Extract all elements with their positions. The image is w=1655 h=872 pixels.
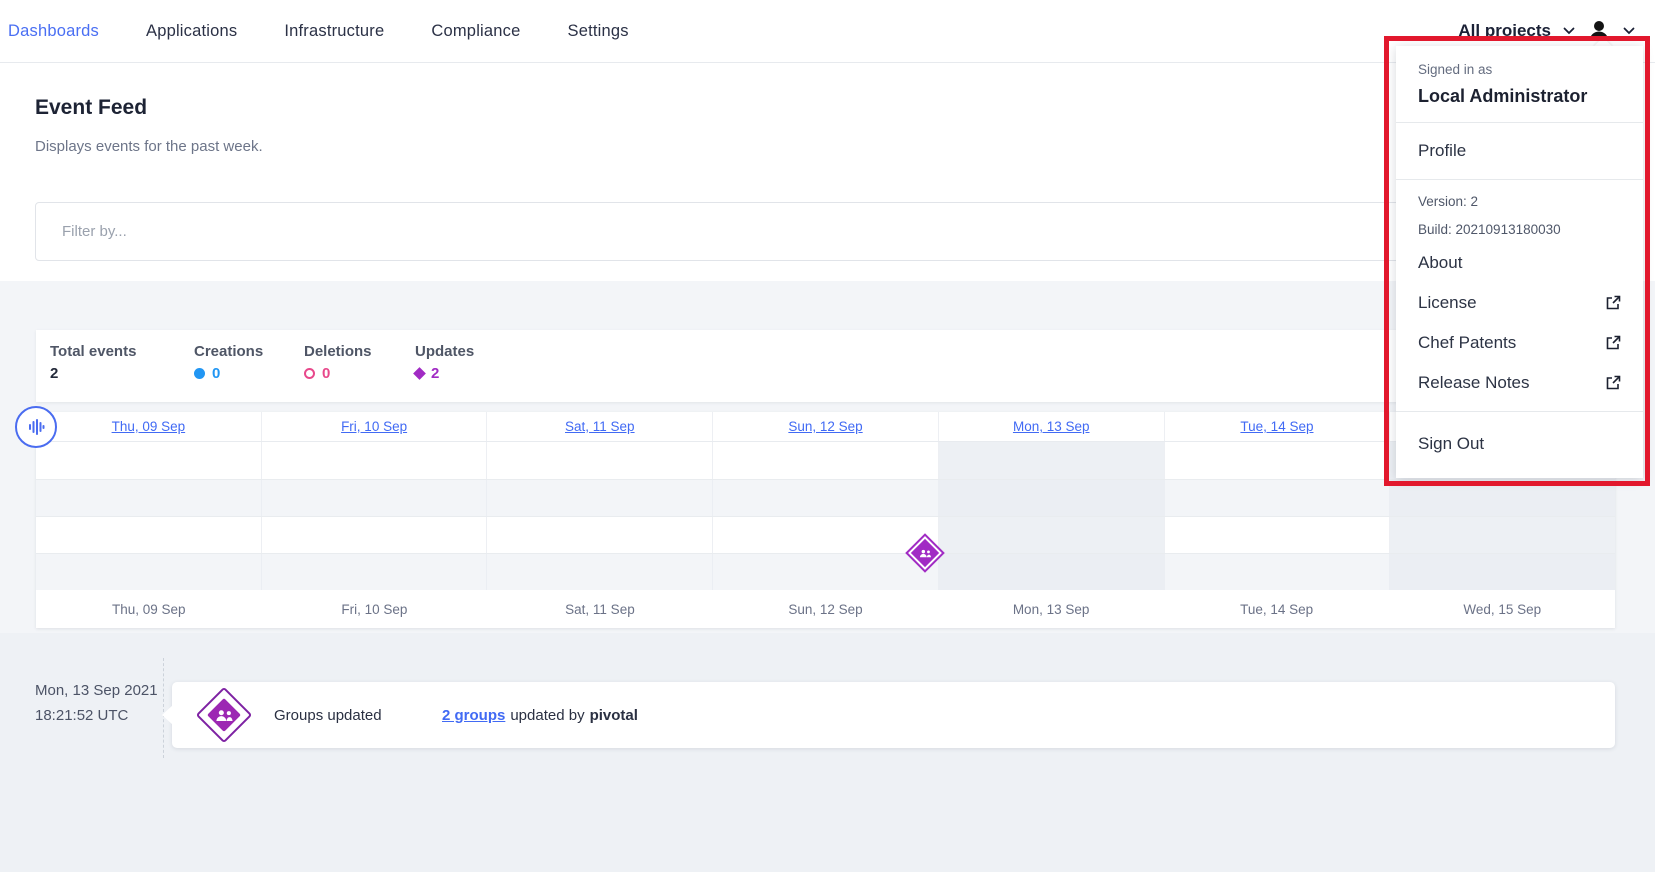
build-label: Build: 20210913180030 — [1396, 222, 1643, 237]
external-link-icon — [1605, 335, 1621, 351]
menu-item-sign-out[interactable]: Sign Out — [1396, 416, 1643, 472]
menu-item-license[interactable]: License — [1396, 283, 1643, 323]
filter-bar — [35, 202, 1615, 261]
user-dropdown-menu: Signed in as Local Administrator Profile… — [1396, 46, 1643, 478]
event-date: Mon, 13 Sep 2021 — [35, 678, 158, 703]
timeline-row-stripe — [36, 553, 1615, 590]
page-title: Event Feed — [35, 96, 147, 120]
timeline-string-line — [36, 553, 1615, 554]
day-label-sun-12: Sun, 12 Sep — [713, 602, 939, 617]
stat-total-events: Total events 2 — [50, 343, 194, 402]
groups-icon — [196, 687, 252, 743]
day-link-thu-09[interactable]: Thu, 09 Sep — [112, 419, 186, 434]
stat-creations-value: 0 — [212, 365, 220, 382]
day-link-fri-10[interactable]: Fri, 10 Sep — [341, 419, 407, 434]
timeline-day-labels-row: Thu, 09 Sep Fri, 10 Sep Sat, 11 Sep Sun,… — [36, 590, 1615, 628]
project-selector[interactable]: All projects — [1458, 21, 1551, 41]
menu-divider — [1396, 411, 1643, 412]
event-card: Groups updated 2 groups updated by pivot… — [172, 682, 1615, 748]
signed-in-as-label: Signed in as — [1396, 62, 1643, 77]
stat-deletions-value: 0 — [322, 365, 330, 382]
nav-item-compliance[interactable]: Compliance — [431, 22, 520, 41]
stat-deletions-label: Deletions — [304, 343, 415, 360]
day-link-cell: Sat, 11 Sep — [487, 412, 713, 441]
day-label-thu-09: Thu, 09 Sep — [36, 602, 262, 617]
equalizer-icon — [27, 418, 45, 436]
day-link-cell: Mon, 13 Sep — [939, 412, 1165, 441]
groups-updated-diamond-icon — [196, 687, 252, 743]
version-label: Version: 2 — [1396, 194, 1643, 209]
gray-band-lower — [0, 633, 1655, 872]
nav-right-controls: All projects — [1458, 19, 1639, 43]
stat-creations: Creations 0 — [194, 343, 304, 402]
day-link-cell: Tue, 14 Sep — [1165, 412, 1391, 441]
day-link-cell: Fri, 10 Sep — [262, 412, 488, 441]
stat-updates: Updates 2 — [415, 343, 474, 402]
day-label-mon-13: Mon, 13 Sep — [938, 602, 1164, 617]
nav-item-dashboards[interactable]: Dashboards — [8, 22, 99, 41]
update-diamond-icon — [413, 367, 426, 380]
nav-item-settings[interactable]: Settings — [568, 22, 629, 41]
day-link-mon-13[interactable]: Mon, 13 Sep — [1013, 419, 1090, 434]
menu-item-profile[interactable]: Profile — [1396, 123, 1643, 179]
page-subtitle: Displays events for the past week. — [35, 138, 263, 155]
day-link-cell: Thu, 09 Sep — [36, 412, 262, 441]
filter-input[interactable] — [35, 202, 1615, 261]
day-label-tue-14: Tue, 14 Sep — [1164, 602, 1390, 617]
day-label-wed-15: Wed, 15 Sep — [1389, 602, 1615, 617]
nav-items: Dashboards Applications Infrastructure C… — [8, 22, 629, 41]
stat-updates-value: 2 — [431, 365, 439, 382]
menu-item-license-label: License — [1418, 293, 1477, 313]
nav-item-infrastructure[interactable]: Infrastructure — [284, 22, 384, 41]
stat-updates-label: Updates — [415, 343, 474, 360]
event-counts-card: Total events 2 Creations 0 Deletions 0 U… — [36, 330, 1615, 402]
day-link-sat-11[interactable]: Sat, 11 Sep — [565, 419, 635, 434]
timeline-filter-toggle-button[interactable] — [15, 406, 57, 448]
event-timestamp: Mon, 13 Sep 2021 18:21:52 UTC — [35, 678, 158, 728]
timeline-row-stripe — [36, 479, 1615, 516]
timeline-string-line — [36, 516, 1615, 517]
day-link-sun-12[interactable]: Sun, 12 Sep — [788, 419, 862, 434]
day-label-fri-10: Fri, 10 Sep — [262, 602, 488, 617]
event-timeline-card: Thu, 09 Sep Fri, 10 Sep Sat, 11 Sep Sun,… — [36, 412, 1615, 628]
external-link-icon — [1605, 295, 1621, 311]
timeline-day-links-row: Thu, 09 Sep Fri, 10 Sep Sat, 11 Sep Sun,… — [36, 412, 1615, 442]
menu-item-release-notes[interactable]: Release Notes — [1396, 363, 1643, 403]
user-chevron-down-icon[interactable] — [1623, 22, 1635, 40]
stat-total-label: Total events — [50, 343, 194, 360]
timeline-event-marker-groups-updated[interactable] — [910, 538, 940, 568]
nav-item-applications[interactable]: Applications — [146, 22, 237, 41]
event-detail-middle: updated by — [510, 707, 584, 724]
groups-icon — [910, 538, 940, 568]
event-title: Groups updated — [274, 707, 442, 724]
timeline-grid — [36, 442, 1615, 590]
creation-dot-icon — [194, 368, 205, 379]
deletion-ring-icon — [304, 368, 315, 379]
stat-deletions: Deletions 0 — [304, 343, 415, 402]
signed-in-user-name: Local Administrator — [1396, 86, 1643, 107]
event-time: 18:21:52 UTC — [35, 703, 158, 728]
day-link-tue-14[interactable]: Tue, 14 Sep — [1240, 419, 1313, 434]
menu-item-about[interactable]: About — [1396, 243, 1643, 283]
event-detail: 2 groups updated by pivotal — [442, 707, 638, 724]
event-actor: pivotal — [590, 707, 638, 724]
menu-item-chef-patents[interactable]: Chef Patents — [1396, 323, 1643, 363]
timeline-string-line — [36, 479, 1615, 480]
day-label-sat-11: Sat, 11 Sep — [487, 602, 713, 617]
event-groups-link[interactable]: 2 groups — [442, 707, 505, 724]
stat-creations-label: Creations — [194, 343, 304, 360]
menu-item-release-notes-label: Release Notes — [1418, 373, 1530, 393]
external-link-icon — [1605, 375, 1621, 391]
menu-item-chef-patents-label: Chef Patents — [1418, 333, 1516, 353]
day-link-cell: Sun, 12 Sep — [713, 412, 939, 441]
stat-total-value: 2 — [50, 365, 58, 382]
project-chevron-down-icon[interactable] — [1563, 22, 1575, 40]
menu-divider — [1396, 179, 1643, 180]
